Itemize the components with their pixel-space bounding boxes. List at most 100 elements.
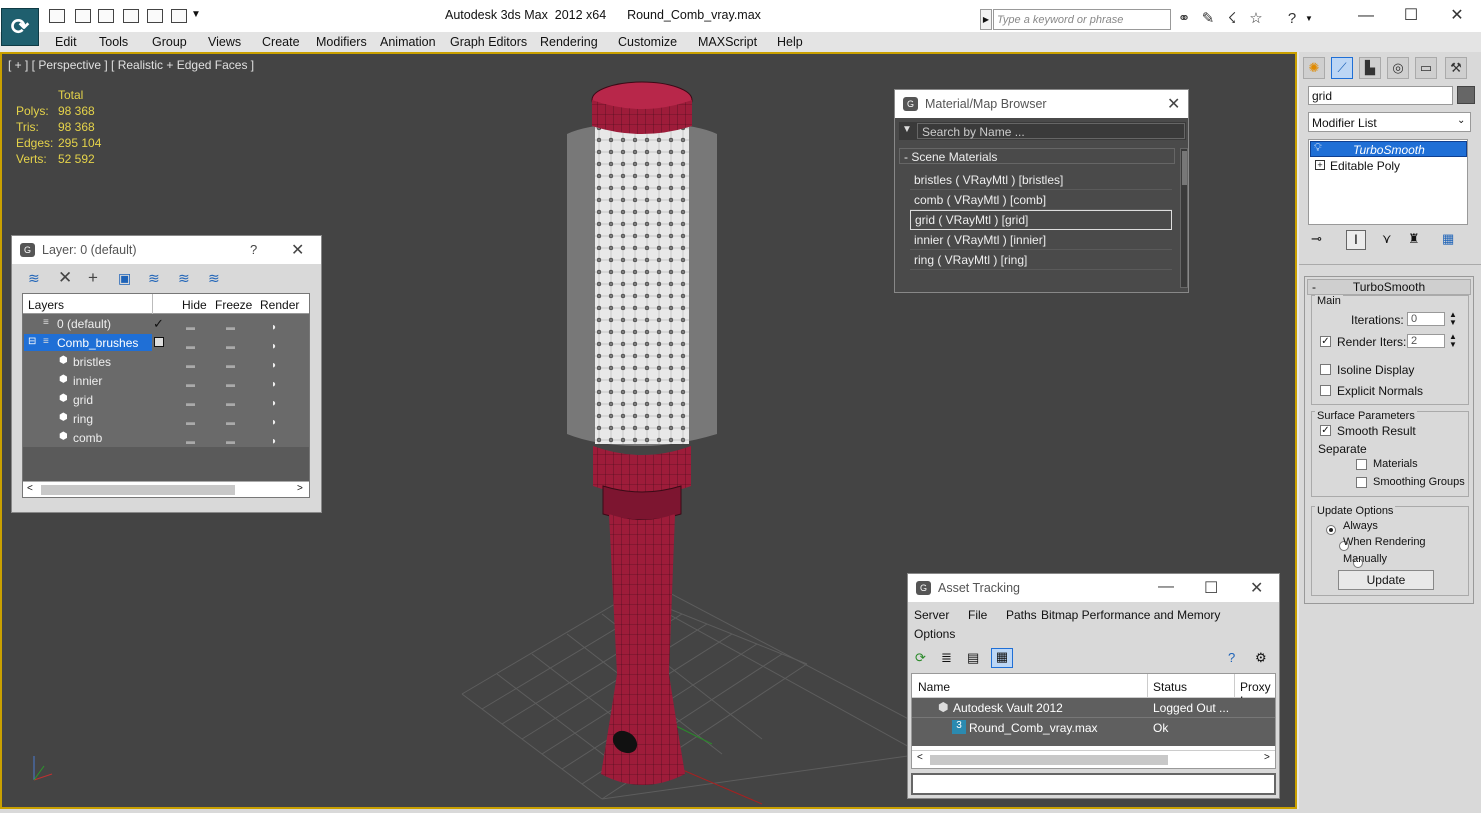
scroll-left-icon[interactable]: < <box>27 483 33 494</box>
menu-customize[interactable]: Customize <box>618 35 677 49</box>
close-icon[interactable]: ✕ <box>291 240 304 260</box>
minimize-icon[interactable]: — <box>1343 3 1389 29</box>
project-folder-icon[interactable] <box>147 9 163 23</box>
asset-tracking-title-bar[interactable]: G Asset Tracking — ☐ ✕ <box>908 574 1279 602</box>
settings-icon[interactable]: ⚙ <box>1255 650 1267 666</box>
menu-group[interactable]: Group <box>152 35 187 49</box>
freeze-toggles[interactable]: ▬ ▬ ▬ ▬ ▬ ▬ ▬ <box>226 318 235 451</box>
col-render[interactable]: Render <box>260 298 299 312</box>
binoculars-icon[interactable]: ⚭ <box>1174 9 1194 29</box>
minimize-icon[interactable]: — <box>1158 578 1174 596</box>
object-row[interactable]: ⬢ bristles <box>23 352 309 371</box>
highlight-layer-icon[interactable]: ≋ <box>148 270 160 287</box>
search-expand-icon[interactable]: ▶ <box>980 9 992 30</box>
material-item-selected[interactable]: grid ( VRayMtl ) [grid] <box>910 210 1172 230</box>
spinner-arrows-icon[interactable]: ▲ ▼ <box>1449 333 1457 349</box>
menu-server[interactable]: Server <box>914 606 949 625</box>
layer-manager-title-bar[interactable]: G Layer: 0 (default) ? ✕ <box>12 236 321 264</box>
render-teapot-icons[interactable]: ◗ ◗ ◗ ◗ ◗ ◗ ◗ <box>271 318 277 451</box>
menu-tools[interactable]: Tools <box>99 35 128 49</box>
collapse-icon[interactable]: ⊟ <box>28 336 36 347</box>
object-color-swatch[interactable] <box>1457 86 1475 104</box>
scroll-thumb[interactable] <box>1182 151 1187 185</box>
hold-icon[interactable] <box>123 9 139 23</box>
create-tab-icon[interactable]: ✺ <box>1303 57 1325 79</box>
asset-row-vault[interactable]: ⬢ Autodesk Vault 2012 Logged Out ... <box>912 698 1275 717</box>
display-tab-icon[interactable]: ▭ <box>1415 57 1437 79</box>
maximize-icon[interactable]: ☐ <box>1204 578 1218 598</box>
material-search-input[interactable]: Search by Name ... <box>917 123 1185 139</box>
hide-toggles[interactable]: ▬ ▬ ▬ ▬ ▬ ▬ ▬ <box>186 318 195 451</box>
material-browser-title-bar[interactable]: G Material/Map Browser ✕ <box>895 90 1188 118</box>
quick-access-dropdown-icon[interactable]: ▼ <box>191 9 201 20</box>
spinner-arrows-icon[interactable]: ▲ ▼ <box>1449 311 1457 327</box>
update-button[interactable]: Update <box>1338 570 1434 590</box>
menu-animation[interactable]: Animation <box>380 35 436 49</box>
material-vertical-scrollbar[interactable] <box>1180 148 1188 288</box>
layer-row-comb-brushes[interactable]: ⊟ ≡ Comb_brushes <box>23 333 309 352</box>
explicit-normals-checkbox[interactable] <box>1320 385 1331 396</box>
scroll-left-icon[interactable]: < <box>917 752 923 763</box>
infocenter-search-input[interactable]: Type a keyword or phrase <box>993 9 1171 30</box>
modify-tab-icon[interactable]: ⟋ <box>1331 57 1353 79</box>
utilities-tab-icon[interactable]: ⚒ <box>1445 57 1467 79</box>
menu-maxscript[interactable]: MAXScript <box>698 35 757 49</box>
menu-rendering[interactable]: Rendering <box>540 35 598 49</box>
col-name[interactable]: Name <box>918 680 950 694</box>
scroll-right-icon[interactable]: > <box>297 483 303 494</box>
round-comb-model[interactable] <box>557 74 727 794</box>
menu-graph-editors[interactable]: Graph Editors <box>450 35 527 49</box>
hierarchy-tab-icon[interactable]: ▙ <box>1359 57 1381 79</box>
material-item[interactable]: bristles ( VRayMtl ) [bristles] <box>910 170 1172 190</box>
scene-materials-group[interactable]: - Scene Materials <box>899 148 1175 164</box>
communication-center-icon[interactable]: ☇ <box>1222 9 1242 29</box>
smoothing-groups-checkbox[interactable] <box>1356 477 1367 488</box>
asset-path-field[interactable] <box>911 773 1276 795</box>
render-iters-spinner[interactable]: 2 <box>1407 334 1445 348</box>
layer-row-default[interactable]: ≡ 0 (default) ✓ <box>23 314 309 333</box>
collapse-icon[interactable]: - <box>1312 280 1316 294</box>
col-status[interactable]: Status <box>1153 680 1187 694</box>
menu-create[interactable]: Create <box>262 35 300 49</box>
scroll-thumb[interactable] <box>930 755 1168 765</box>
motion-tab-icon[interactable]: ◎ <box>1387 57 1409 79</box>
scroll-right-icon[interactable]: > <box>1264 752 1270 763</box>
wrench-icon[interactable]: ✎ <box>1198 9 1218 29</box>
hide-all-icon[interactable]: ≋ <box>178 270 190 287</box>
add-to-layer-icon[interactable]: + <box>88 268 98 288</box>
favorites-star-icon[interactable]: ☆ <box>1246 9 1266 29</box>
close-icon[interactable]: ✕ <box>1250 578 1263 598</box>
menu-options[interactable]: Options <box>914 625 955 644</box>
help-icon[interactable]: ? <box>1282 9 1302 29</box>
redo-icon[interactable] <box>171 9 187 23</box>
object-row[interactable]: ⬢ ring <box>23 409 309 428</box>
list-view-icon[interactable]: ≣ <box>941 650 952 666</box>
layer-horizontal-scrollbar[interactable]: < > <box>23 481 309 497</box>
undo-icon[interactable] <box>98 9 114 23</box>
help-icon[interactable]: ? <box>1228 650 1235 665</box>
make-unique-icon[interactable]: ⋎ <box>1382 231 1392 247</box>
isoline-checkbox[interactable] <box>1320 364 1331 375</box>
chevron-down-icon[interactable]: ⌄ <box>1457 115 1465 126</box>
viewport-label[interactable]: [ + ] [ Perspective ] [ Realistic + Edge… <box>8 58 254 72</box>
modifier-list-dropdown[interactable]: Modifier List ⌄ <box>1308 112 1471 132</box>
asset-row-max-file[interactable]: 3 Round_Comb_vray.max Ok <box>912 717 1275 736</box>
refresh-icon[interactable]: ⟳ <box>915 650 926 666</box>
rollout-header[interactable]: - TurboSmooth <box>1307 279 1471 295</box>
menu-help[interactable]: Help <box>777 35 803 49</box>
current-layer-check-icon[interactable]: ✓ <box>153 316 164 332</box>
object-row[interactable]: ⬢ innier <box>23 371 309 390</box>
delete-layer-icon[interactable]: ✕ <box>58 268 72 288</box>
save-file-icon[interactable] <box>75 9 91 23</box>
create-layer-icon[interactable]: ≋ <box>28 270 40 287</box>
iterations-spinner[interactable]: 0 <box>1407 312 1445 326</box>
new-file-icon[interactable] <box>49 9 65 23</box>
menu-file[interactable]: File <box>968 606 987 625</box>
object-name-field[interactable]: grid <box>1308 86 1453 105</box>
table-view-icon[interactable]: ▦ <box>991 648 1013 668</box>
col-hide[interactable]: Hide <box>182 298 207 312</box>
app-logo-icon[interactable]: ⟳ <box>1 8 39 46</box>
set-current-checkbox[interactable] <box>154 337 164 347</box>
scroll-thumb[interactable] <box>41 485 235 495</box>
asset-horizontal-scrollbar[interactable]: < > <box>912 750 1275 768</box>
